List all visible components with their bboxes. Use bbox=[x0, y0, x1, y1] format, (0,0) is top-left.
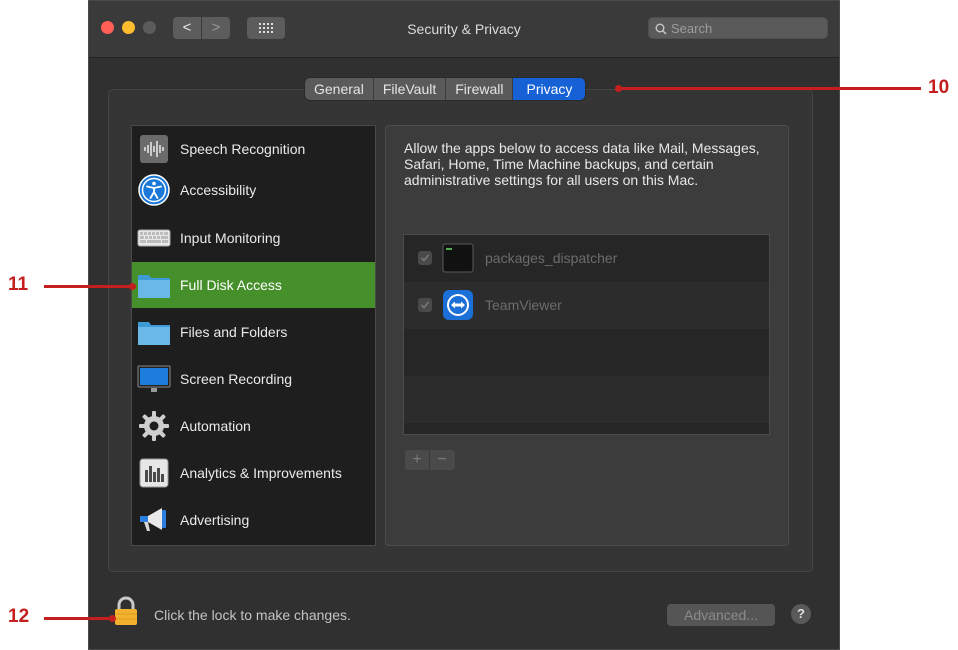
list-item[interactable]: packages_dispatcher bbox=[404, 235, 769, 282]
sidebar-item-files-and-folders[interactable]: Files and Folders bbox=[132, 309, 375, 355]
sidebar-item-input-monitoring[interactable]: Input Monitoring bbox=[132, 215, 375, 261]
sidebar-item-label: Full Disk Access bbox=[180, 277, 282, 293]
checkmark-icon bbox=[420, 254, 430, 262]
sidebar-item-label: Analytics & Improvements bbox=[180, 465, 342, 481]
folder-icon bbox=[137, 315, 171, 349]
tab-privacy[interactable]: Privacy bbox=[513, 78, 586, 100]
callout-12-line bbox=[44, 617, 112, 620]
app-name: packages_dispatcher bbox=[485, 250, 618, 266]
sidebar-item-full-disk-access[interactable]: Full Disk Access bbox=[132, 262, 375, 308]
sidebar-item-label: Speech Recognition bbox=[180, 141, 306, 157]
lock-status-text: Click the lock to make changes. bbox=[154, 607, 351, 623]
callout-12-label: 12 bbox=[8, 606, 30, 627]
add-remove-buttons: + − bbox=[405, 450, 455, 470]
bar-chart-icon bbox=[137, 456, 171, 490]
callout-11-dot bbox=[129, 283, 136, 290]
sidebar-item-label: Screen Recording bbox=[180, 371, 293, 387]
privacy-category-list: Speech Recognition Accessibility Input M… bbox=[131, 125, 376, 546]
callout-11-line bbox=[44, 285, 132, 288]
callout-11-label: 11 bbox=[8, 274, 29, 295]
search-field[interactable] bbox=[648, 17, 828, 39]
sidebar-item-automation[interactable]: Automation bbox=[132, 403, 375, 449]
sidebar-item-label: Input Monitoring bbox=[180, 230, 281, 246]
app-list: packages_dispatcher TeamViewer bbox=[403, 234, 770, 435]
gear-icon bbox=[137, 409, 171, 443]
checkmark-icon bbox=[420, 301, 430, 309]
accessibility-icon bbox=[137, 173, 171, 207]
sidebar-item-label: Automation bbox=[180, 418, 251, 434]
list-item[interactable]: TeamViewer bbox=[404, 282, 769, 329]
remove-app-button[interactable]: − bbox=[430, 450, 454, 470]
sidebar-item-label: Accessibility bbox=[180, 182, 257, 198]
folder-icon bbox=[137, 268, 171, 302]
help-button[interactable]: ? bbox=[791, 604, 811, 624]
tab-general[interactable]: General bbox=[305, 78, 374, 100]
sidebar-item-advertising[interactable]: Advertising bbox=[132, 497, 375, 543]
callout-12-dot bbox=[109, 615, 116, 622]
empty-list-row bbox=[404, 376, 769, 423]
search-input[interactable] bbox=[671, 18, 821, 38]
advanced-button[interactable]: Advanced... bbox=[667, 604, 775, 626]
callout-10-label: 10 bbox=[928, 77, 950, 98]
sidebar-item-accessibility[interactable]: Accessibility bbox=[132, 167, 375, 213]
sidebar-item-screen-recording[interactable]: Screen Recording bbox=[132, 356, 375, 402]
app-checkbox[interactable] bbox=[418, 251, 432, 265]
sidebar-item-analytics[interactable]: Analytics & Improvements bbox=[132, 450, 375, 496]
keyboard-icon bbox=[137, 221, 171, 255]
title-bar: < > Security & Privacy bbox=[89, 1, 839, 58]
empty-list-row bbox=[404, 329, 769, 376]
search-icon bbox=[655, 23, 667, 35]
sidebar-item-speech-recognition[interactable]: Speech Recognition bbox=[132, 126, 375, 172]
privacy-description: Allow the apps below to access data like… bbox=[404, 140, 760, 188]
add-app-button[interactable]: + bbox=[405, 450, 430, 470]
lock-icon[interactable] bbox=[114, 596, 138, 626]
tab-firewall[interactable]: Firewall bbox=[446, 78, 514, 100]
megaphone-icon bbox=[137, 503, 171, 537]
sidebar-item-label: Files and Folders bbox=[180, 324, 288, 340]
terminal-icon bbox=[442, 243, 474, 273]
display-icon bbox=[137, 362, 171, 396]
tab-filevault[interactable]: FileVault bbox=[374, 78, 447, 100]
teamviewer-icon bbox=[443, 290, 473, 320]
sidebar-item-label: Advertising bbox=[180, 512, 250, 528]
app-name: TeamViewer bbox=[485, 297, 562, 313]
app-checkbox[interactable] bbox=[418, 298, 432, 312]
waveform-icon bbox=[137, 132, 171, 166]
callout-10-line bbox=[619, 87, 921, 90]
tab-bar: General FileVault Firewall Privacy bbox=[305, 78, 586, 100]
